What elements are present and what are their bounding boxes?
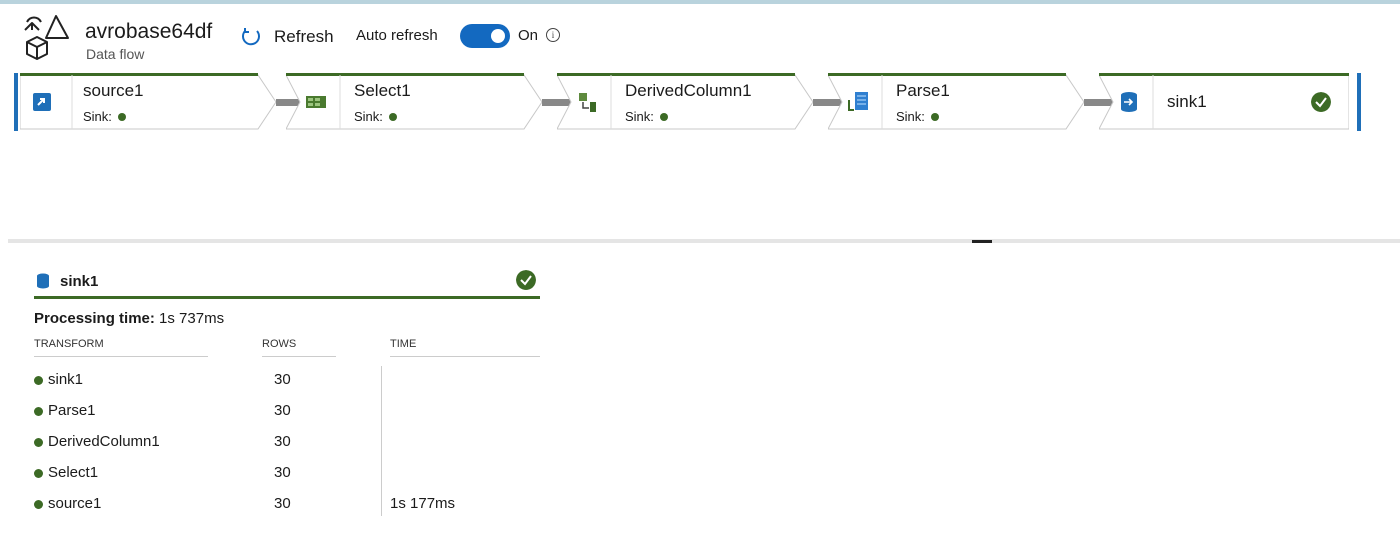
success-check-icon <box>1311 92 1331 112</box>
pipeline-node-sink1[interactable]: sink1 <box>1099 73 1349 131</box>
status-dot <box>930 113 939 121</box>
processing-time-value: 1s 737ms <box>159 310 225 327</box>
transform-name: Select1 <box>48 464 99 481</box>
column-divider <box>381 366 382 516</box>
status-dot <box>659 113 668 121</box>
node-status: Sink: <box>354 109 397 124</box>
node-name: sink1 <box>1167 92 1207 111</box>
node-name: Select1 <box>354 81 411 100</box>
status-dot <box>34 500 43 509</box>
toggle-knob <box>491 29 505 43</box>
toggle-state-label: On <box>518 27 539 44</box>
node-status: Sink: <box>83 109 126 124</box>
sink-database-icon <box>1121 92 1137 112</box>
auto-refresh-toggle[interactable] <box>460 24 510 48</box>
details-header: sink1 <box>34 266 540 299</box>
refresh-label: Refresh <box>274 27 334 46</box>
node-status: Sink: <box>896 109 939 124</box>
details-title: sink1 <box>60 273 99 290</box>
status-dot <box>34 438 43 447</box>
pipeline: source1 Sink: Select1 Sink: DerivedColum… <box>14 73 1361 131</box>
node-status: Sink: <box>625 109 668 124</box>
node-name: source1 <box>83 81 144 100</box>
row-count: 30 <box>274 402 291 419</box>
source-database-icon <box>33 93 51 111</box>
node-name: Parse1 <box>896 81 950 100</box>
column-header-rows: ROWS <box>262 338 336 357</box>
row-count: 30 <box>274 495 291 512</box>
row-count: 30 <box>274 433 291 450</box>
status-dot <box>34 376 43 385</box>
select-columns-icon <box>306 96 326 108</box>
page-subtitle: Data flow <box>86 46 145 62</box>
transform-name: source1 <box>48 495 102 512</box>
pane-splitter[interactable] <box>8 239 1400 243</box>
refresh-icon <box>242 28 260 46</box>
column-header-transform: TRANSFORM <box>34 338 208 357</box>
pipeline-node-select1[interactable]: Select1 Sink: <box>286 73 546 131</box>
node-name: DerivedColumn1 <box>625 81 752 100</box>
splitter-grip[interactable] <box>972 240 992 243</box>
sink-database-icon <box>37 273 49 289</box>
pipeline-node-source1[interactable]: source1 Sink: <box>20 73 280 131</box>
pipeline-right-edge <box>1357 73 1361 131</box>
processing-time: Processing time: 1s 737ms <box>34 310 224 327</box>
derived-column-icon <box>579 93 596 112</box>
info-icon[interactable]: i <box>546 28 560 42</box>
pipeline-node-derivedcolumn1[interactable]: DerivedColumn1 Sink: <box>557 73 817 131</box>
page-title: avrobase64df <box>85 20 213 43</box>
row-count: 30 <box>274 464 291 481</box>
status-dot <box>117 113 126 121</box>
transform-name: Parse1 <box>48 402 96 419</box>
parse-icon <box>848 92 868 111</box>
transform-time: 1s 177ms <box>390 495 456 512</box>
header: avrobase64df Data flow Refresh Auto refr… <box>0 4 1400 70</box>
pipeline-left-edge <box>14 73 18 131</box>
row-count: 30 <box>274 371 291 388</box>
success-check-icon <box>516 270 536 290</box>
refresh-button[interactable]: Refresh <box>240 24 334 50</box>
status-dot <box>34 469 43 478</box>
transform-name: sink1 <box>48 371 84 388</box>
status-dot <box>34 407 43 416</box>
column-header-time: TIME <box>390 338 540 357</box>
transform-name: DerivedColumn1 <box>48 433 160 450</box>
auto-refresh-label: Auto refresh <box>356 27 438 44</box>
pipeline-node-parse1[interactable]: Parse1 Sink: <box>828 73 1088 131</box>
data-flow-icon <box>22 14 70 60</box>
processing-time-label: Processing time: <box>34 310 155 327</box>
status-dot <box>388 113 397 121</box>
